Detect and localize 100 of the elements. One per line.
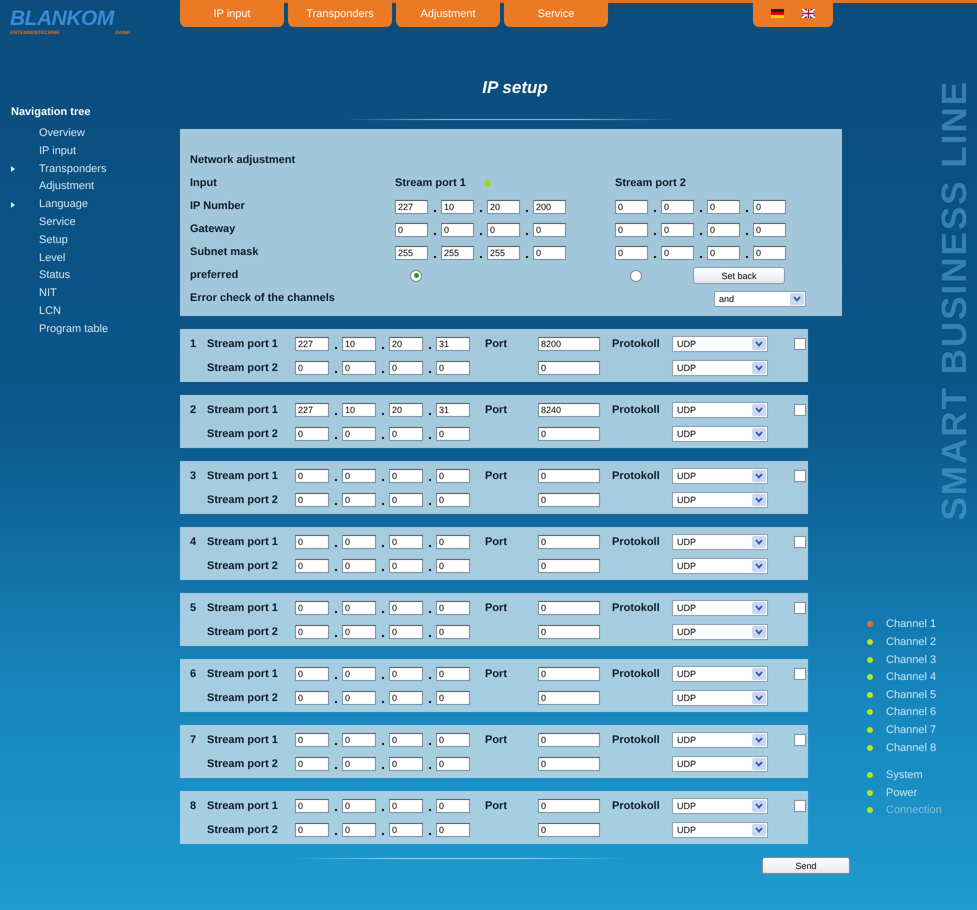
- send-button[interactable]: Send: [762, 857, 850, 874]
- port-field[interactable]: 0: [538, 667, 600, 681]
- nav-item[interactable]: Language: [11, 196, 175, 214]
- nav-item[interactable]: LCN: [11, 302, 175, 321]
- nav-item[interactable]: Status: [11, 267, 175, 286]
- ip-octet-field[interactable]: 0: [533, 246, 566, 260]
- channel-checkbox[interactable]: [794, 734, 806, 746]
- port-field[interactable]: 0: [538, 733, 600, 747]
- protocol-dropdown[interactable]: UDP: [672, 756, 768, 772]
- channel-checkbox[interactable]: [794, 668, 806, 680]
- ip-octet-field[interactable]: 0: [389, 691, 423, 705]
- protocol-dropdown[interactable]: UDP: [672, 492, 768, 508]
- ip-octet-field[interactable]: 0: [342, 493, 376, 507]
- ip-octet-field[interactable]: 0: [436, 361, 470, 375]
- ip-octet-field[interactable]: 20: [389, 337, 423, 351]
- ip-octet-field[interactable]: 0: [295, 535, 329, 549]
- ip-octet-field[interactable]: 0: [707, 222, 740, 236]
- protocol-dropdown[interactable]: UDP: [672, 732, 768, 748]
- set-back-button[interactable]: Set back: [693, 267, 785, 284]
- protocol-dropdown[interactable]: UDP: [672, 690, 768, 706]
- port-field[interactable]: 0: [538, 559, 600, 573]
- nav-item[interactable]: Level: [11, 250, 175, 268]
- ip-octet-field[interactable]: 0: [441, 222, 474, 236]
- port-field[interactable]: 0: [538, 757, 600, 771]
- channel-checkbox[interactable]: [794, 338, 806, 350]
- ip-octet-field[interactable]: 0: [436, 493, 470, 507]
- ip-octet-field[interactable]: 20: [487, 200, 520, 214]
- protocol-dropdown[interactable]: UDP: [672, 402, 768, 418]
- ip-octet-field[interactable]: 0: [389, 427, 423, 441]
- ip-octet-field[interactable]: 0: [295, 757, 329, 771]
- german-flag-icon[interactable]: [771, 9, 784, 18]
- protocol-dropdown[interactable]: UDP: [672, 798, 768, 814]
- protocol-dropdown[interactable]: UDP: [672, 426, 768, 442]
- ip-octet-field[interactable]: 0: [615, 200, 648, 214]
- error-check-dropdown[interactable]: and: [714, 290, 806, 306]
- ip-octet-field[interactable]: 0: [342, 469, 376, 483]
- protocol-dropdown[interactable]: UDP: [672, 822, 768, 838]
- nav-item[interactable]: Setup: [11, 232, 175, 250]
- ip-octet-field[interactable]: 0: [295, 823, 329, 837]
- ip-octet-field[interactable]: 0: [395, 222, 428, 236]
- ip-octet-field[interactable]: 0: [389, 799, 423, 813]
- protocol-dropdown[interactable]: UDP: [672, 468, 768, 484]
- ip-octet-field[interactable]: 255: [487, 246, 520, 260]
- ip-octet-field[interactable]: 0: [342, 667, 376, 681]
- port-field[interactable]: 0: [538, 535, 600, 549]
- nav-item[interactable]: Overview: [11, 125, 175, 143]
- ip-octet-field[interactable]: 0: [436, 691, 470, 705]
- port-field[interactable]: 0: [538, 361, 600, 375]
- port-field[interactable]: 0: [538, 493, 600, 507]
- port-field[interactable]: 8240: [538, 403, 600, 417]
- radio-button[interactable]: [410, 270, 422, 282]
- ip-octet-field[interactable]: 0: [436, 469, 470, 483]
- nav-item[interactable]: Program table: [11, 320, 175, 339]
- ip-octet-field[interactable]: 0: [389, 823, 423, 837]
- ip-octet-field[interactable]: 0: [342, 625, 376, 639]
- ip-octet-field[interactable]: 0: [753, 246, 786, 260]
- nav-item[interactable]: NIT: [11, 285, 175, 303]
- ip-octet-field[interactable]: 0: [342, 361, 376, 375]
- ip-octet-field[interactable]: 10: [342, 337, 376, 351]
- ip-octet-field[interactable]: 0: [389, 559, 423, 573]
- ip-octet-field[interactable]: 10: [441, 200, 474, 214]
- ip-octet-field[interactable]: 0: [295, 361, 329, 375]
- nav-item[interactable]: Service: [11, 214, 175, 232]
- ip-octet-field[interactable]: 0: [487, 222, 520, 236]
- protocol-dropdown[interactable]: UDP: [672, 600, 768, 616]
- ip-octet-field[interactable]: 0: [436, 427, 470, 441]
- ip-octet-field[interactable]: 0: [295, 667, 329, 681]
- ip-octet-field[interactable]: 0: [389, 535, 423, 549]
- ip-octet-field[interactable]: 0: [436, 535, 470, 549]
- ip-octet-field[interactable]: 0: [342, 601, 376, 615]
- protocol-dropdown[interactable]: UDP: [672, 534, 768, 550]
- ip-octet-field[interactable]: 20: [389, 403, 423, 417]
- nav-item[interactable]: Transponders: [11, 160, 175, 178]
- channel-checkbox[interactable]: [794, 404, 806, 416]
- ip-octet-field[interactable]: 0: [436, 733, 470, 747]
- ip-octet-field[interactable]: 227: [395, 200, 428, 214]
- nav-item[interactable]: Adjustment: [11, 178, 175, 196]
- ip-octet-field[interactable]: 200: [533, 200, 566, 214]
- ip-octet-field[interactable]: 0: [295, 559, 329, 573]
- protocol-dropdown[interactable]: UDP: [672, 624, 768, 640]
- ip-octet-field[interactable]: 0: [436, 799, 470, 813]
- channel-checkbox[interactable]: [794, 470, 806, 482]
- channel-checkbox[interactable]: [794, 800, 806, 812]
- ip-octet-field[interactable]: 0: [753, 222, 786, 236]
- port-field[interactable]: 8200: [538, 337, 600, 351]
- ip-octet-field[interactable]: 0: [295, 625, 329, 639]
- ip-octet-field[interactable]: 31: [436, 403, 470, 417]
- ip-octet-field[interactable]: 227: [295, 403, 329, 417]
- ip-octet-field[interactable]: 255: [395, 246, 428, 260]
- ip-octet-field[interactable]: 0: [661, 222, 694, 236]
- ip-octet-field[interactable]: 0: [389, 493, 423, 507]
- ip-octet-field[interactable]: 0: [342, 691, 376, 705]
- ip-octet-field[interactable]: 255: [441, 246, 474, 260]
- port-field[interactable]: 0: [538, 691, 600, 705]
- ip-octet-field[interactable]: 0: [436, 601, 470, 615]
- nav-item[interactable]: IP input: [11, 142, 175, 161]
- ip-octet-field[interactable]: 0: [342, 559, 376, 573]
- ip-octet-field[interactable]: 0: [295, 733, 329, 747]
- ip-octet-field[interactable]: 0: [295, 469, 329, 483]
- ip-octet-field[interactable]: 0: [436, 757, 470, 771]
